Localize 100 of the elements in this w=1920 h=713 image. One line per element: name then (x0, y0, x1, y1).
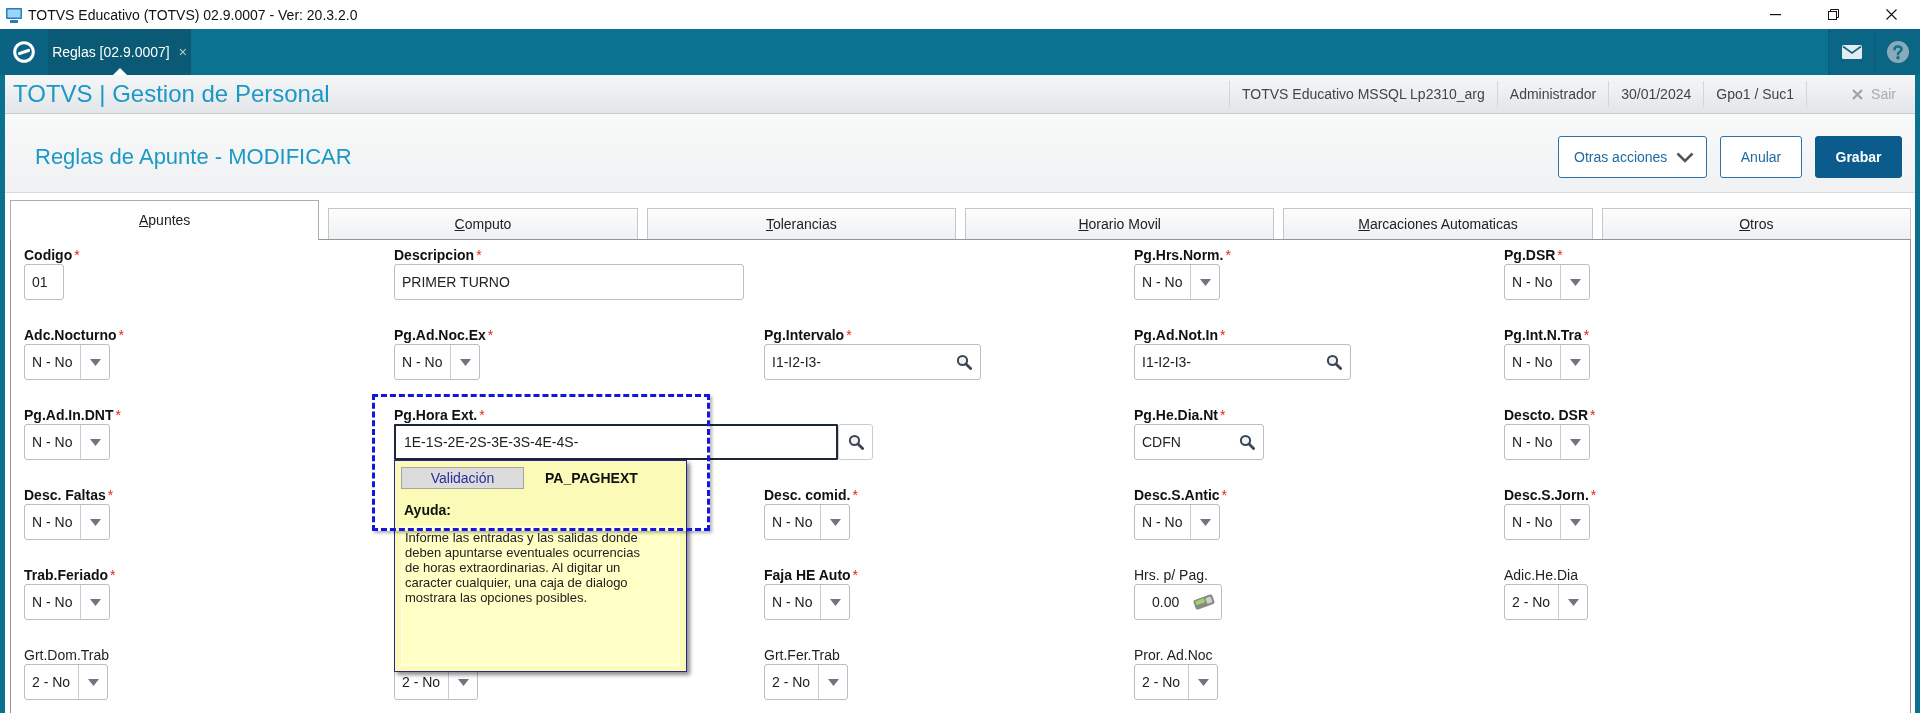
help-heading: Ayuda: (403, 502, 451, 518)
app-title: TOTVS | Gestion de Personal (13, 80, 330, 108)
dropdown-field[interactable]: 2 - No (1504, 584, 1589, 620)
header-info-text: Administrador (1496, 81, 1609, 107)
field-label: Pg.Intervalo* (764, 327, 852, 343)
chevron-down-icon (1676, 151, 1694, 163)
header-info-text: TOTVS Educativo MSSQL Lp2310_arg (1229, 81, 1497, 107)
search-icon (956, 354, 972, 370)
search-icon (1239, 434, 1255, 450)
validation-button[interactable]: Validación (401, 467, 524, 489)
help-icon (1886, 41, 1909, 63)
caret-icon (829, 598, 841, 606)
field-label: Pg.Int.N.Tra* (1504, 327, 1590, 343)
field-label: Pg.Ad.Noc.Ex* (394, 327, 494, 343)
dropdown-field[interactable]: 2 - No (764, 664, 849, 700)
routine-code: PA_PAGHEXT (545, 470, 638, 486)
dropdown-field[interactable]: N - No (24, 344, 111, 380)
home-button[interactable] (0, 29, 48, 75)
caret-icon (827, 678, 839, 686)
caret-icon (89, 598, 101, 606)
number-field[interactable]: 0.00 (1134, 584, 1222, 620)
field-label: Grt.Fer.Trab (764, 647, 840, 663)
lookup-field[interactable]: I1-I2-I3- (1134, 344, 1351, 380)
caret-icon (1569, 438, 1581, 446)
field-label: Desc. comid.* (764, 487, 858, 503)
form-tab[interactable]: Apuntes (10, 200, 320, 240)
caret-icon (87, 678, 99, 686)
app-tab[interactable]: Reglas [02.9.0007] × (48, 29, 191, 75)
text-field[interactable]: 1E-1S-2E-2S-3E-3S-4E-4S- (394, 424, 838, 460)
field-label: Pg.DSR* (1504, 247, 1563, 263)
cancel-button[interactable]: Anular (1720, 136, 1802, 178)
form-tab[interactable]: Otros (1601, 208, 1911, 239)
lookup-field[interactable]: CDFN (1134, 424, 1264, 460)
window-title: TOTVS Educativo (TOTVS) 02.9.0007 - Ver: 20.3.2.0 (28, 6, 358, 23)
field-label: Pg.He.Dia.Nt* (1134, 407, 1226, 423)
text-field[interactable]: PRIMER TURNO (394, 264, 744, 300)
caret-icon (89, 518, 101, 526)
header-info-text: 30/01/2024 (1608, 81, 1704, 107)
actions-menu-button[interactable]: Otras acciones (1558, 136, 1707, 178)
text-field[interactable]: 01 (24, 264, 64, 300)
dropdown-field[interactable]: N - No (1504, 264, 1591, 300)
field-label: Hrs. p/ Pag. (1134, 567, 1208, 583)
close-tab-button[interactable]: × (178, 44, 187, 60)
form-tab[interactable]: Horario Movil (965, 208, 1275, 239)
dropdown-field[interactable]: N - No (1504, 424, 1591, 460)
dropdown-field[interactable]: N - No (24, 584, 111, 620)
field-label: Adic.He.Dia (1504, 567, 1578, 583)
caret-icon (89, 438, 101, 446)
caret-icon (459, 358, 471, 366)
search-button[interactable] (838, 424, 873, 460)
field-label: Adc.Nocturno* (24, 327, 124, 343)
form-tab[interactable]: Tolerancias (646, 208, 956, 239)
field-label: Pg.Ad.Not.In* (1134, 327, 1226, 343)
dropdown-field[interactable]: N - No (764, 584, 851, 620)
form-tab[interactable]: Computo (328, 208, 638, 239)
caret-icon (1199, 518, 1211, 526)
field-label: Descto. DSR* (1504, 407, 1596, 423)
caret-icon (1199, 278, 1211, 286)
save-button[interactable]: Grabar (1815, 136, 1902, 178)
caret-icon (89, 358, 101, 366)
dropdown-field[interactable]: N - No (394, 344, 481, 380)
field-label: Pg.Hora Ext.* (394, 407, 485, 423)
caret-icon (829, 518, 841, 526)
form-tab[interactable]: Marcaciones Automaticas (1283, 208, 1593, 239)
help-text: Informe las entradas y las salidas donde deben apuntarse eventuales ocurrencias de horas extraordinarias. Al digitar un caracter cualquier, una caja de dialogo mostrara las opciones posibles. (405, 530, 641, 605)
search-icon (847, 434, 864, 450)
dropdown-field[interactable]: N - No (1504, 504, 1591, 540)
search-icon (1326, 354, 1342, 370)
dropdown-field[interactable]: 2 - No (1134, 664, 1219, 700)
field-label: Desc.S.Jorn.* (1504, 487, 1597, 503)
field-label: Descripcion* (394, 247, 482, 263)
page-title: Reglas de Apunte - MODIFICAR (35, 144, 352, 170)
caret-icon (1567, 598, 1579, 606)
caret-icon (1569, 518, 1581, 526)
mail-button[interactable] (1828, 29, 1874, 75)
dropdown-field[interactable]: 2 - No (24, 664, 109, 700)
field-label: Pror. Ad.Noc (1134, 647, 1213, 663)
lookup-field[interactable]: I1-I2-I3- (764, 344, 981, 380)
field-label: Desc. Faltas* (24, 487, 114, 503)
close-icon (1852, 88, 1864, 100)
field-label: Pg.Ad.In.DNT* (24, 407, 121, 423)
field-label: Pg.Hrs.Norm.* (1134, 247, 1231, 263)
dropdown-field[interactable]: N - No (1504, 344, 1591, 380)
logo-icon (13, 41, 35, 63)
restore-icon (1827, 9, 1839, 20)
close-icon (1885, 9, 1897, 20)
dropdown-field[interactable]: N - No (24, 504, 111, 540)
dropdown-field[interactable]: N - No (1134, 264, 1221, 300)
dropdown-field[interactable]: N - No (1134, 504, 1221, 540)
caret-icon (1569, 358, 1581, 366)
dropdown-field[interactable]: N - No (764, 504, 851, 540)
field-label: Codigo* (24, 247, 80, 263)
field-label: Grt.Dom.Trab (24, 647, 110, 663)
field-label: Trab.Feriado* (24, 567, 116, 583)
help-button[interactable] (1874, 29, 1920, 75)
caret-icon (1197, 678, 1209, 686)
monitor-icon (6, 6, 22, 23)
field-label: Desc.S.Antic* (1134, 487, 1228, 503)
dropdown-field[interactable]: N - No (24, 424, 111, 460)
field-label: Faja HE Auto* (764, 567, 859, 583)
